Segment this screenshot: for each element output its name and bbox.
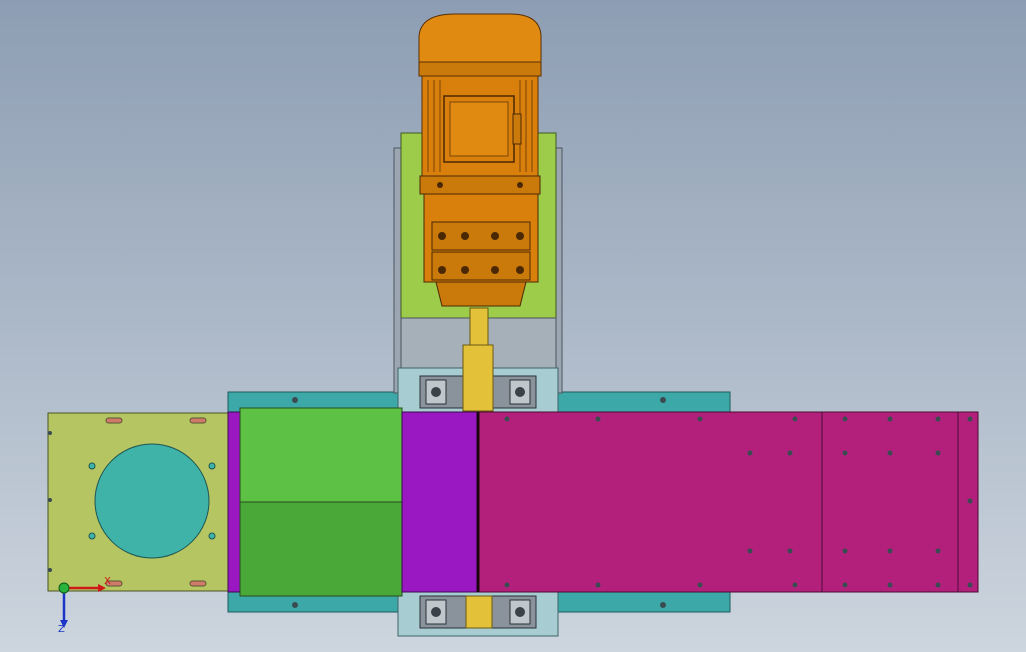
green-hopper-box bbox=[239, 407, 403, 597]
triad-x-label: X bbox=[104, 576, 111, 587]
inlet-opening bbox=[94, 443, 210, 559]
magenta-conveyor-housing bbox=[476, 411, 979, 593]
violet-connector-strip bbox=[227, 411, 241, 593]
triad-z-label: Z bbox=[58, 624, 65, 635]
inlet-flange-plate bbox=[47, 412, 232, 592]
electric-motor bbox=[418, 13, 542, 307]
cad-viewport[interactable]: X Z bbox=[0, 0, 1026, 652]
cad-assembly-drawing bbox=[47, 13, 979, 637]
violet-drive-section bbox=[401, 411, 479, 593]
